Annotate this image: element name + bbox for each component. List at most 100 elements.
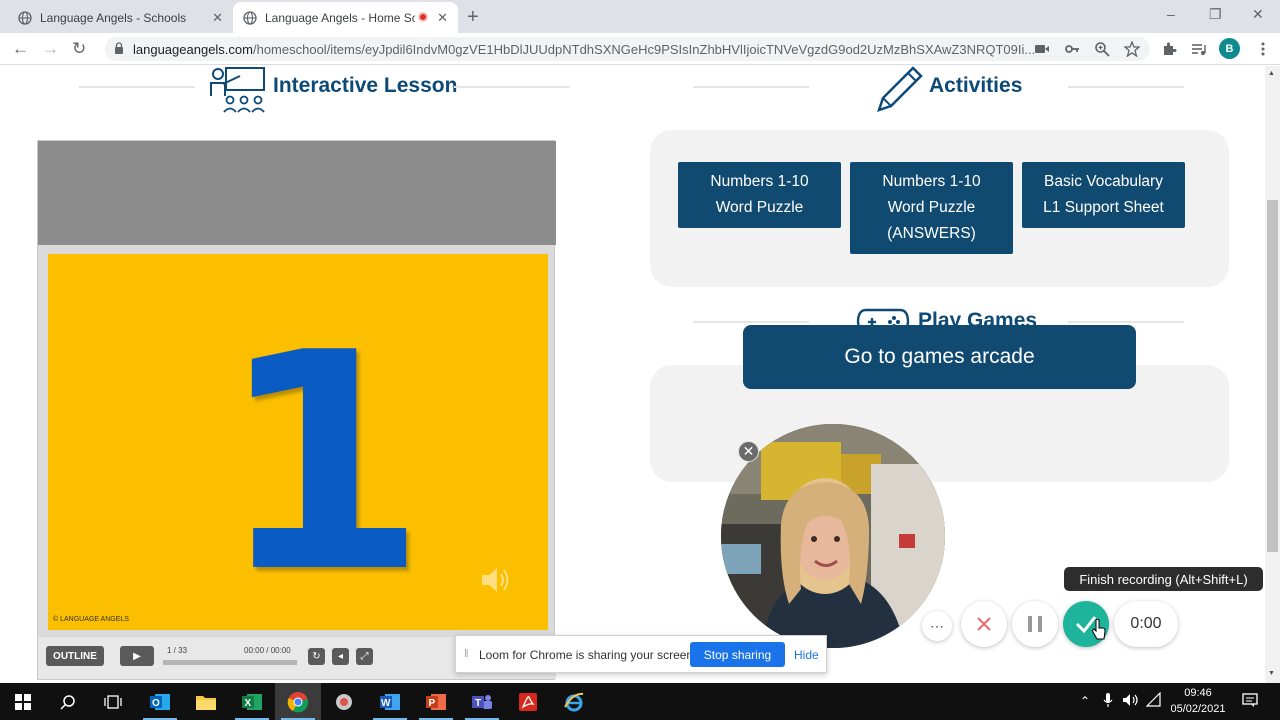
key-icon[interactable]	[1064, 41, 1080, 57]
close-icon[interactable]: ✕	[212, 10, 223, 26]
camera-icon[interactable]	[1034, 41, 1050, 57]
media-playlist-icon[interactable]	[1191, 41, 1207, 57]
button-line: L1 Support Sheet	[1043, 199, 1164, 216]
pause-icon	[1028, 616, 1042, 632]
notifications-icon[interactable]	[1242, 692, 1258, 708]
minimize-button[interactable]: –	[1167, 6, 1175, 22]
fullscreen-icon[interactable]: ⤢	[356, 648, 373, 665]
svg-text:P: P	[429, 698, 436, 709]
drag-handle-icon[interactable]: ‖	[464, 648, 469, 660]
button-line: Word Puzzle	[887, 199, 976, 216]
system-clock[interactable]: 09:46 05/02/2021	[1168, 685, 1228, 717]
chrome-icon[interactable]	[275, 683, 321, 720]
maximize-button[interactable]: ❐	[1209, 6, 1222, 23]
file-explorer-icon[interactable]	[183, 683, 229, 720]
teacher-classroom-icon	[210, 67, 265, 113]
interactive-lesson-heading: Interactive Lesson	[273, 74, 458, 97]
internet-explorer-logo-icon	[564, 692, 584, 711]
svg-text:W: W	[381, 698, 391, 709]
word-logo-icon: W	[380, 693, 400, 710]
word-puzzle-button[interactable]: Numbers 1-10 Word Puzzle	[678, 162, 841, 228]
start-icon[interactable]	[0, 683, 46, 720]
replay-icon[interactable]: ↻	[308, 648, 325, 665]
svg-text:X: X	[245, 698, 252, 709]
outline-button[interactable]: OUTLINE	[46, 646, 104, 666]
address-bar-row: ← → ↻ languageangels.com/homeschool/item…	[0, 33, 1280, 65]
outlook-icon[interactable]: O	[137, 683, 183, 720]
folder-icon	[196, 695, 216, 710]
volume-icon[interactable]	[1122, 692, 1140, 708]
support-sheet-button[interactable]: Basic Vocabulary L1 Support Sheet	[1022, 162, 1185, 228]
app-icon[interactable]	[321, 683, 367, 720]
globe-icon	[243, 10, 257, 25]
clock-date: 05/02/2021	[1170, 703, 1226, 715]
acrobat-icon[interactable]	[505, 683, 551, 720]
word-puzzle-answers-button[interactable]: Numbers 1-10 Word Puzzle (ANSWERS)	[850, 162, 1013, 254]
microphone-icon[interactable]	[1102, 692, 1114, 708]
more-options-button[interactable]: ⋯	[922, 611, 952, 641]
forward-arrow-icon[interactable]: →	[42, 39, 59, 59]
language-angels-logo: © LANGUAGE ANGELS	[53, 616, 129, 623]
lesson-player[interactable]: 1 © LANGUAGE ANGELS OUTLINE ▶ 1 / 33 00:…	[37, 140, 556, 680]
play-button[interactable]: ▶	[120, 646, 154, 666]
activities-heading: Activities	[929, 74, 1023, 97]
volume-icon[interactable]: ◂	[332, 648, 349, 665]
teams-icon[interactable]: T	[459, 683, 505, 720]
close-icon: ✕	[742, 443, 755, 459]
screen-share-bar: ‖ Loom for Chrome is sharing your screen…	[455, 635, 827, 673]
scrollbar-thumb[interactable]	[1267, 200, 1278, 552]
url-field[interactable]: languageangels.com/homeschool/items/eyJp…	[105, 37, 1150, 61]
task-view-icon[interactable]	[90, 683, 136, 720]
chrome-logo-icon	[287, 691, 309, 712]
share-message: Loom for Chrome is sharing your screen.	[479, 648, 697, 662]
hide-button[interactable]: Hide	[794, 648, 819, 662]
button-line: Basic Vocabulary	[1044, 173, 1163, 190]
pause-recording-button[interactable]	[1012, 601, 1058, 647]
cancel-recording-button[interactable]	[961, 601, 1007, 647]
zoom-icon[interactable]	[1094, 41, 1110, 57]
close-camera-button[interactable]: ✕	[738, 441, 759, 462]
star-icon[interactable]	[1124, 41, 1140, 57]
word-icon[interactable]: W	[367, 683, 413, 720]
tab-schools[interactable]: Language Angels - Schools ✕	[8, 2, 233, 33]
powerpoint-logo-icon: P	[426, 693, 446, 710]
reload-icon[interactable]: ↻	[72, 39, 86, 59]
magnifier-icon	[60, 694, 75, 710]
progress-bar[interactable]	[163, 660, 297, 665]
divider	[693, 321, 809, 323]
recording-timer: 0:00	[1114, 601, 1178, 647]
excel-icon[interactable]: X	[229, 683, 275, 720]
speaker-icon[interactable]	[478, 562, 514, 598]
close-icon[interactable]: ✕	[437, 10, 448, 26]
lesson-slide[interactable]: 1 © LANGUAGE ANGELS	[48, 254, 548, 630]
tab-home-school[interactable]: Language Angels - Home Sc ✕	[233, 2, 458, 33]
lock-icon	[115, 42, 123, 54]
close-window-button[interactable]: ✕	[1252, 6, 1264, 23]
outlook-logo-icon: O	[150, 693, 170, 710]
tab-title: Language Angels - Home Sc	[265, 10, 415, 25]
show-hidden-icons-icon[interactable]: ⌃	[1080, 694, 1090, 708]
scroll-up-icon[interactable]: ▲	[1268, 70, 1275, 77]
svg-text:T: T	[475, 698, 481, 709]
powerpoint-icon[interactable]: P	[413, 683, 459, 720]
recording-indicator-icon	[418, 12, 428, 22]
button-line: Numbers 1-10	[882, 173, 981, 190]
slide-counter: 1 / 33	[167, 646, 188, 655]
tab-strip: Language Angels - Schools ✕ Language Ang…	[0, 0, 1280, 33]
scroll-down-icon[interactable]: ▼	[1268, 670, 1275, 677]
back-arrow-icon[interactable]: ←	[12, 39, 29, 59]
games-arcade-button[interactable]: Go to games arcade	[743, 325, 1136, 389]
new-tab-button[interactable]: +	[467, 6, 479, 29]
excel-logo-icon: X	[242, 693, 262, 710]
search-icon[interactable]	[45, 683, 91, 720]
network-icon[interactable]	[1146, 692, 1162, 708]
stop-sharing-button[interactable]: Stop sharing	[690, 642, 785, 667]
globe-icon	[18, 10, 32, 25]
profile-avatar[interactable]: B	[1219, 38, 1240, 59]
teams-logo-icon: T	[472, 694, 492, 709]
extensions-icon[interactable]	[1161, 41, 1177, 57]
divider	[693, 86, 809, 88]
close-icon	[977, 617, 991, 631]
menu-dots-icon[interactable]	[1255, 41, 1271, 57]
edge-icon[interactable]	[551, 683, 597, 720]
